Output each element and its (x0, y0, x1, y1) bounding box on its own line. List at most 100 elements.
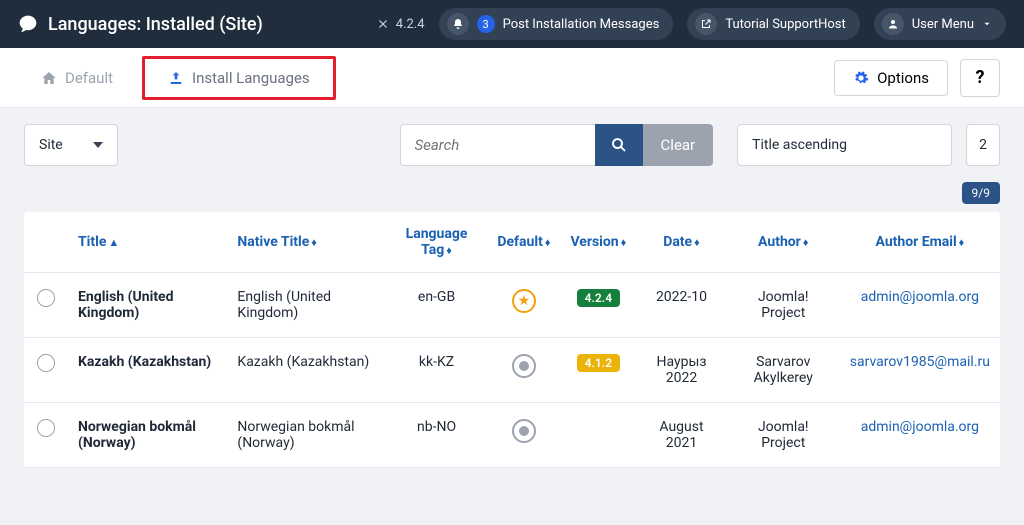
cell-title: Kazakh (Kazakhstan) (68, 338, 227, 403)
table-row: Kazakh (Kazakhstan)Kazakh (Kazakhstan)kk… (24, 338, 1000, 403)
cell-date: August 2021 (636, 403, 726, 468)
cell-default[interactable] (487, 338, 560, 403)
row-checkbox[interactable] (37, 354, 55, 372)
col-version-label: Version (570, 234, 618, 250)
topbar: Languages: Installed (Site) 4.2.4 3 Post… (0, 0, 1024, 48)
cell-date: Наурыз 2022 (636, 338, 726, 403)
install-highlight: Install Languages (142, 56, 336, 100)
sort-icon: ♦ (446, 244, 452, 257)
cell-tag: kk-KZ (386, 338, 488, 403)
gear-icon (853, 70, 869, 86)
search-icon (610, 136, 628, 154)
col-version[interactable]: Version♦ (560, 212, 636, 273)
limit-select-value: 2 (979, 137, 987, 153)
joomla-icon (376, 17, 390, 31)
cell-default[interactable]: ★ (487, 273, 560, 338)
sort-icon: ♦ (545, 236, 551, 249)
star-off-icon (512, 354, 536, 378)
cell-author: Sarvarov Akylkerey (727, 338, 840, 403)
version-badge: 4.1.2 (577, 354, 620, 372)
cell-version: 4.2.4 (560, 273, 636, 338)
search-input[interactable] (400, 124, 595, 166)
options-label: Options (877, 69, 929, 87)
client-select[interactable]: Site (24, 124, 118, 166)
tutorial-label: Tutorial SupportHost (725, 17, 845, 32)
help-label: ? (976, 67, 985, 88)
col-default[interactable]: Default♦ (487, 212, 560, 273)
col-native-label: Native Title (237, 234, 309, 250)
install-languages-button[interactable]: Install Languages (151, 61, 327, 95)
col-native[interactable]: Native Title♦ (227, 212, 385, 273)
cell-email[interactable]: admin@joomla.org (840, 403, 1000, 468)
row-checkbox[interactable] (37, 289, 55, 307)
search-group: Clear (400, 124, 714, 166)
client-select-value: Site (39, 137, 63, 153)
options-button[interactable]: Options (834, 60, 948, 96)
col-email-label: Author Email (875, 234, 956, 250)
user-icon (882, 13, 904, 35)
col-tag-label: Language Tag (406, 226, 468, 258)
external-link-icon (695, 13, 717, 35)
col-email[interactable]: Author Email♦ (840, 212, 1000, 273)
user-menu-button[interactable]: User Menu (874, 8, 1006, 40)
sort-select[interactable]: Title ascending (737, 124, 952, 166)
cell-author: Joomla! Project (727, 273, 840, 338)
bell-icon (447, 13, 469, 35)
cell-native: Norwegian bokmål (Norway) (227, 403, 385, 468)
notif-label: Post Installation Messages (503, 17, 660, 32)
cell-title: English (United Kingdom) (68, 273, 227, 338)
notifications-button[interactable]: 3 Post Installation Messages (439, 8, 674, 40)
comment-icon (18, 14, 38, 34)
cell-native: English (United Kingdom) (227, 273, 385, 338)
col-date[interactable]: Date♦ (636, 212, 726, 273)
cell-native: Kazakh (Kazakhstan) (227, 338, 385, 403)
chevron-down-icon (93, 142, 103, 148)
col-title[interactable]: Title▲ (68, 212, 227, 273)
tutorial-button[interactable]: Tutorial SupportHost (687, 8, 859, 40)
clear-label: Clear (661, 136, 696, 154)
sort-icon: ♦ (694, 236, 700, 249)
table-row: Norwegian bokmål (Norway)Norwegian bokmå… (24, 403, 1000, 468)
col-title-label: Title (78, 234, 106, 250)
search-button[interactable] (595, 124, 643, 166)
sort-icon: ♦ (621, 236, 627, 249)
row-checkbox[interactable] (37, 419, 55, 437)
star-off-icon (512, 419, 536, 443)
col-check (24, 212, 68, 273)
chevron-down-icon (982, 19, 992, 29)
clear-button[interactable]: Clear (643, 124, 714, 166)
install-label: Install Languages (192, 69, 310, 87)
version-text: 4.2.4 (396, 17, 425, 32)
col-tag[interactable]: Language Tag♦ (386, 212, 488, 273)
table-header-row: Title▲ Native Title♦ Language Tag♦ Defau… (24, 212, 1000, 273)
page-title: Languages: Installed (Site) (48, 14, 263, 35)
sort-select-value: Title ascending (752, 137, 847, 153)
page-title-wrap: Languages: Installed (Site) (18, 14, 263, 35)
cell-date: 2022-10 (636, 273, 726, 338)
cell-tag: nb-NO (386, 403, 488, 468)
upload-icon (168, 70, 184, 86)
default-label: Default (65, 69, 113, 87)
languages-table: Title▲ Native Title♦ Language Tag♦ Defau… (24, 212, 1000, 468)
cell-email[interactable]: admin@joomla.org (840, 273, 1000, 338)
sort-icon: ♦ (311, 236, 317, 249)
cell-default[interactable] (487, 403, 560, 468)
usermenu-label: User Menu (912, 17, 974, 32)
sort-icon: ♦ (803, 236, 809, 249)
cell-email[interactable]: sarvarov1985@mail.ru (840, 338, 1000, 403)
cell-version (560, 403, 636, 468)
home-icon (41, 70, 57, 86)
limit-select[interactable]: 2 (966, 124, 1000, 166)
default-button[interactable]: Default (24, 61, 130, 95)
help-button[interactable]: ? (960, 59, 1000, 97)
sort-icon: ♦ (959, 236, 965, 249)
sort-asc-icon: ▲ (108, 236, 119, 249)
notif-badge: 3 (477, 15, 495, 33)
cell-title: Norwegian bokmål (Norway) (68, 403, 227, 468)
table-row: English (United Kingdom)English (United … (24, 273, 1000, 338)
col-default-label: Default (497, 234, 542, 250)
version-badge: 4.2.4 (577, 289, 620, 307)
col-author-label: Author (758, 234, 801, 250)
col-author[interactable]: Author♦ (727, 212, 840, 273)
joomla-version: 4.2.4 (376, 17, 425, 32)
